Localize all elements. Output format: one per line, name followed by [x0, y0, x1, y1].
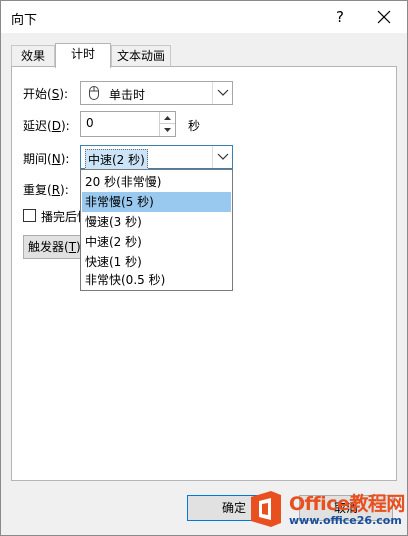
- tab-timing[interactable]: 计时: [55, 43, 111, 68]
- close-icon[interactable]: [371, 5, 397, 29]
- title-bar: 向下 ?: [1, 1, 407, 33]
- list-item[interactable]: 20 秒(非常慢): [82, 172, 231, 192]
- list-item[interactable]: 非常快(0.5 秒): [82, 270, 231, 290]
- stepper-buttons: [159, 112, 175, 136]
- delay-stepper[interactable]: 0: [80, 111, 176, 137]
- start-combo[interactable]: 单击时: [80, 81, 233, 105]
- list-item[interactable]: 快速(1 秒): [82, 252, 231, 272]
- delay-unit: 秒: [188, 119, 201, 133]
- duration-value: 中速(2 秒): [85, 149, 148, 170]
- list-item-highlighted[interactable]: 非常慢(5 秒): [82, 192, 231, 212]
- dialog-title: 向下: [11, 13, 38, 28]
- watermark-title: Office教程网: [289, 493, 405, 515]
- delay-value: 0: [86, 116, 94, 130]
- delay-label: 延迟(D):: [23, 119, 70, 133]
- stepper-down-icon[interactable]: [160, 124, 175, 136]
- tab-text-animation[interactable]: 文本动画: [111, 45, 171, 67]
- list-item[interactable]: 中速(2 秒): [82, 232, 231, 252]
- tab-effect[interactable]: 效果: [11, 45, 55, 67]
- watermark: Office教程网 www.office26.com: [247, 485, 407, 533]
- list-item[interactable]: 慢速(3 秒): [82, 212, 231, 232]
- mouse-icon: [87, 85, 101, 104]
- stepper-up-icon[interactable]: [160, 112, 175, 124]
- duration-dropdown-list: 20 秒(非常慢) 非常慢(5 秒) 慢速(3 秒) 中速(2 秒) 快速(1 …: [80, 169, 233, 291]
- repeat-label: 重复(R):: [23, 183, 69, 197]
- rewind-checkbox[interactable]: [23, 209, 36, 222]
- help-icon[interactable]: ?: [329, 5, 351, 29]
- chevron-down-icon[interactable]: [212, 82, 232, 104]
- watermark-url: www.office26.com: [289, 514, 402, 527]
- start-value: 单击时: [109, 88, 146, 102]
- duration-label: 期间(N):: [23, 152, 70, 166]
- duration-combo[interactable]: 中速(2 秒): [80, 145, 233, 170]
- office-logo-icon: [249, 489, 283, 529]
- start-label: 开始(S):: [23, 87, 69, 101]
- chevron-down-icon[interactable]: [212, 146, 232, 168]
- dialog-window: 向下 ? 效果 计时 文本动画 开始(S): 单击时 延迟(D): 0 秒 期间…: [0, 0, 408, 536]
